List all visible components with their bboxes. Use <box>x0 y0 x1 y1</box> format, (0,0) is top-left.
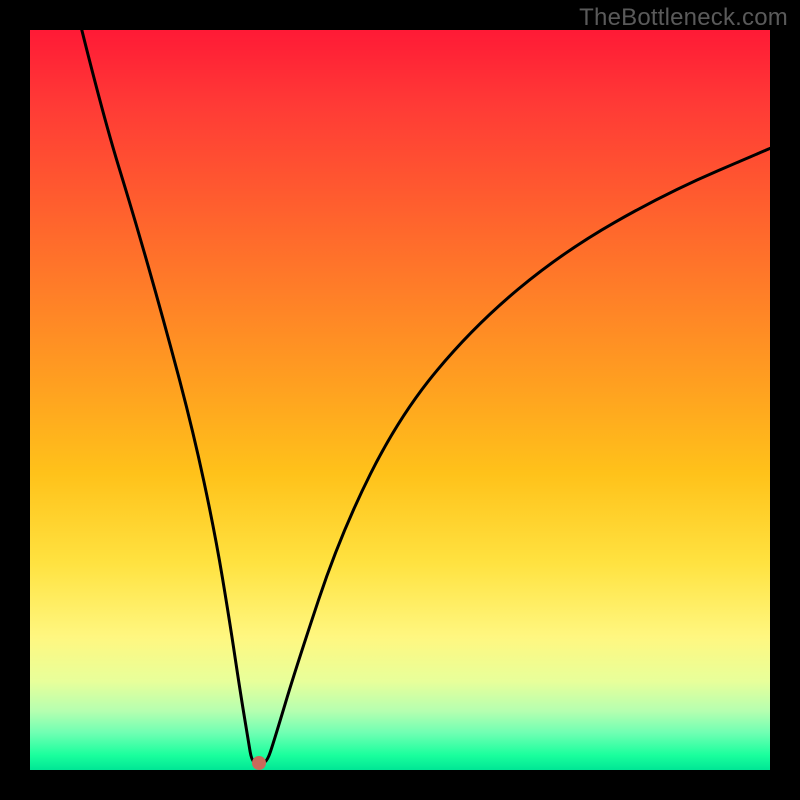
plot-area <box>30 30 770 770</box>
watermark-text: TheBottleneck.com <box>579 4 788 32</box>
curve-svg <box>30 30 770 770</box>
optimal-point-marker <box>252 756 266 770</box>
bottleneck-curve <box>82 30 770 763</box>
chart-frame: TheBottleneck.com <box>0 0 800 800</box>
